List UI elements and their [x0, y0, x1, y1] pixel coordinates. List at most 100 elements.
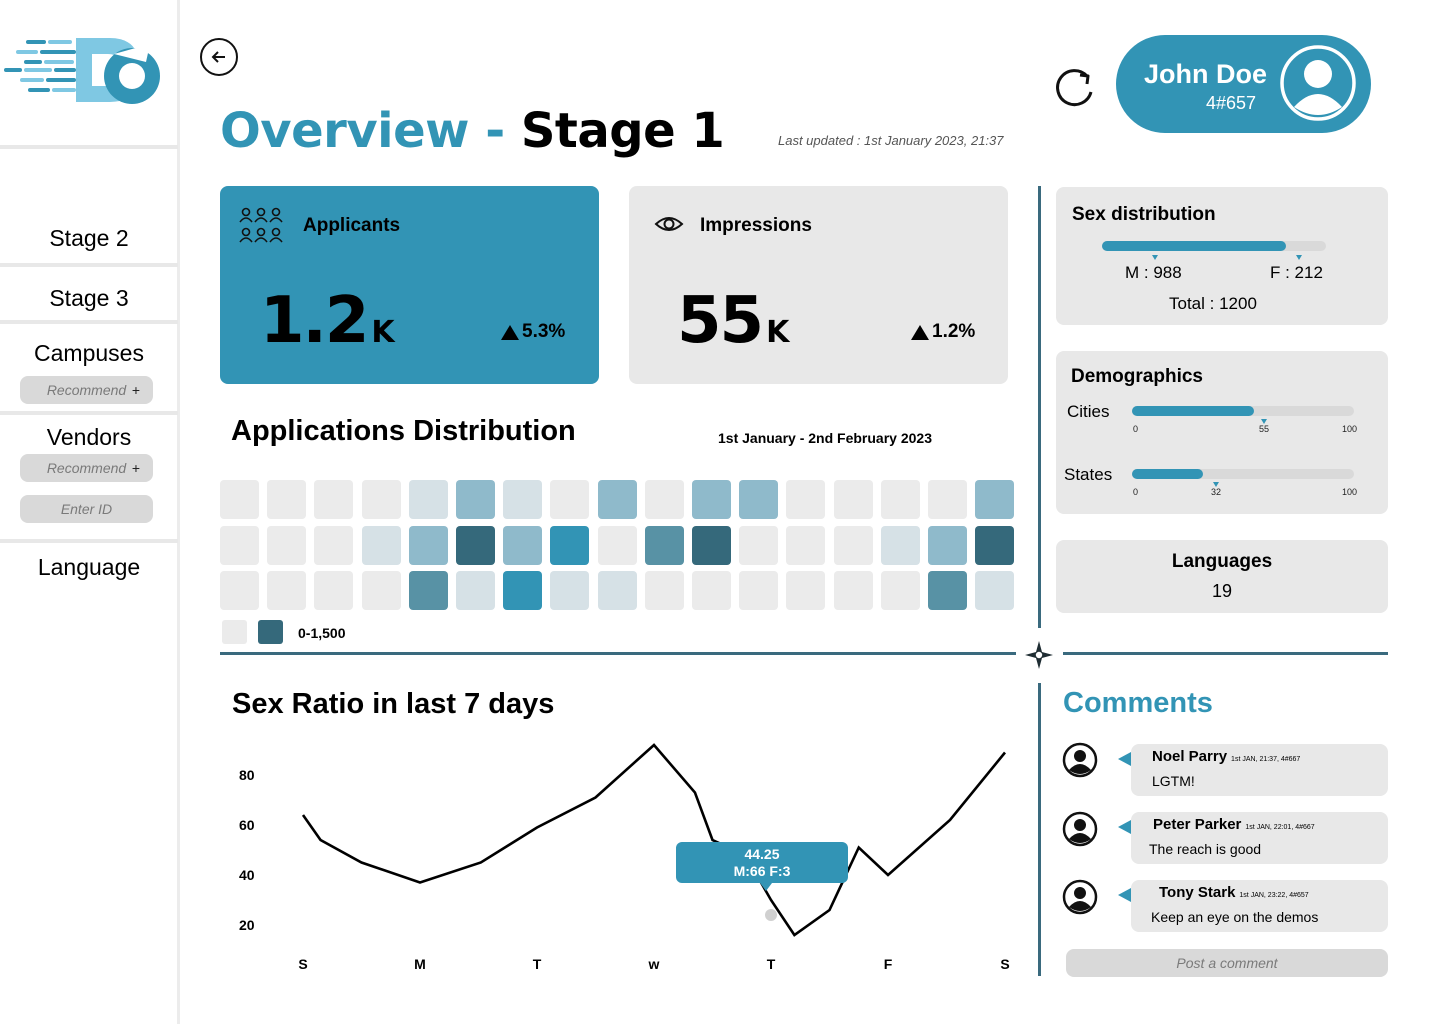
user-avatar-icon[interactable]	[1062, 879, 1098, 915]
heatmap-cell[interactable]	[739, 525, 779, 565]
comment-text: LGTM!	[1152, 773, 1195, 789]
sidebar-item-stage-2[interactable]: Stage 2	[0, 225, 178, 252]
heatmap-cell[interactable]	[786, 571, 826, 610]
heatmap-cell[interactable]	[833, 480, 873, 519]
cities-label: Cities	[1067, 402, 1110, 421]
heatmap-cell[interactable]	[928, 525, 967, 565]
heatmap-cell[interactable]	[597, 480, 637, 519]
x-tick-label: M	[414, 956, 426, 972]
heatmap-cell[interactable]	[975, 571, 1015, 610]
page-title: Overview - Stage 1	[220, 103, 725, 159]
heatmap-cell[interactable]	[692, 525, 731, 565]
applicants-card[interactable]: Applicants 1.2 K 5.3%	[220, 186, 599, 384]
languages-panel[interactable]: Languages 19	[1056, 540, 1388, 613]
heatmap-cell[interactable]	[408, 571, 448, 610]
heatmap-cell[interactable]	[644, 525, 684, 565]
cities-value-tick: 55	[1259, 424, 1270, 434]
heatmap-cell[interactable]	[550, 571, 590, 610]
heatmap-cell[interactable]	[267, 525, 307, 565]
heatmap-cell[interactable]	[456, 571, 495, 610]
demographics-panel: Demographics Cities 0 55 100 States 0 32…	[1056, 351, 1388, 514]
heatmap-cell[interactable]	[314, 480, 354, 519]
heatmap-cell[interactable]	[314, 571, 354, 610]
heatmap-cell[interactable]	[408, 480, 448, 519]
comment-item: Noel Parry 1st JAN, 21:37, 4#667 LGTM!	[1118, 744, 1388, 796]
states-min-tick: 0	[1133, 487, 1139, 497]
heatmap-cell[interactable]	[503, 525, 543, 565]
heatmap-cell[interactable]	[833, 571, 873, 610]
heatmap-cell[interactable]	[739, 571, 779, 610]
heatmap-cell[interactable]	[456, 525, 495, 565]
heatmap-cell[interactable]	[503, 480, 543, 519]
cities-bar-fill	[1132, 406, 1255, 416]
heatmap-cell[interactable]	[692, 571, 731, 610]
heatmap-cell[interactable]	[597, 525, 637, 565]
vendors-recommend-button[interactable]: Recommend +	[20, 454, 153, 482]
heatmap-cell[interactable]	[408, 525, 448, 565]
applicants-number: 1.2	[260, 284, 369, 358]
x-tick-label: T	[767, 956, 776, 972]
distribution-date-range[interactable]: 1st January - 2nd February 2023	[718, 430, 932, 446]
heatmap-cell[interactable]	[833, 525, 873, 565]
sidebar-item-stage-3[interactable]: Stage 3	[0, 285, 178, 312]
heatmap-cell[interactable]	[220, 525, 259, 565]
sex-ratio-title: Sex Ratio in last 7 days	[232, 688, 555, 720]
sidebar-item-vendors[interactable]: Vendors	[0, 424, 178, 451]
arrow-left-icon	[211, 51, 225, 63]
cities-min-tick: 0	[1133, 424, 1139, 434]
back-button[interactable]	[200, 38, 238, 76]
heatmap-cell[interactable]	[456, 480, 495, 519]
impressions-delta: 1.2%	[911, 321, 975, 343]
heatmap-cell[interactable]	[786, 525, 826, 565]
sidebar-divider	[0, 145, 178, 149]
user-avatar-icon[interactable]	[1062, 742, 1098, 778]
heatmap-cell[interactable]	[220, 480, 259, 519]
heatmap-cell[interactable]	[692, 480, 731, 519]
sidebar-item-campuses[interactable]: Campuses	[0, 340, 178, 367]
heatmap-cell[interactable]	[503, 571, 543, 610]
campuses-recommend-button[interactable]: Recommend +	[20, 376, 153, 404]
heatmap-cell[interactable]	[597, 571, 637, 610]
eye-icon	[654, 217, 684, 231]
heatmap-cell[interactable]	[220, 571, 259, 610]
heatmap-cell[interactable]	[550, 525, 590, 565]
sidebar-item-language[interactable]: Language	[0, 554, 178, 581]
post-comment-input[interactable]: Post a comment	[1066, 949, 1388, 977]
heatmap-cell[interactable]	[880, 480, 920, 519]
heatmap-cell[interactable]	[361, 480, 401, 519]
heatmap-cell[interactable]	[880, 525, 920, 565]
heatmap-cell[interactable]	[361, 571, 401, 610]
impressions-value: 55 K	[677, 284, 789, 358]
user-profile-button[interactable]: John Doe 4#657	[1116, 35, 1371, 133]
heatmap-cell[interactable]	[314, 525, 354, 565]
applicants-unit: K	[371, 315, 395, 350]
plus-icon: +	[131, 460, 140, 476]
heatmap-cell[interactable]	[928, 480, 967, 519]
comment-text: Keep an eye on the demos	[1151, 909, 1319, 925]
heatmap-cell[interactable]	[786, 480, 826, 519]
sidebar-divider	[0, 539, 178, 543]
highlight-point[interactable]	[765, 909, 777, 921]
enter-id-input[interactable]: Enter ID	[20, 495, 153, 523]
heatmap-cell[interactable]	[644, 571, 684, 610]
heatmap-cell[interactable]	[880, 571, 920, 610]
heatmap-cell[interactable]	[361, 525, 401, 565]
impressions-card[interactable]: Impressions 55 K 1.2%	[629, 186, 1008, 384]
heatmap-cell[interactable]	[975, 525, 1015, 565]
heatmap-cell[interactable]	[267, 480, 307, 519]
sex-distribution-bar	[1102, 241, 1326, 251]
legend-high-swatch	[258, 620, 283, 644]
heatmap-cell[interactable]	[739, 480, 779, 519]
heatmap-cell[interactable]	[928, 571, 967, 610]
female-marker	[1296, 255, 1302, 260]
do-logo[interactable]	[0, 20, 178, 120]
heatmap-cell[interactable]	[267, 571, 307, 610]
comment-item: Tony Stark 1st JAN, 23:22, 4#657 Keep an …	[1118, 880, 1388, 932]
comment-author-name: Tony Stark	[1159, 884, 1236, 901]
refresh-icon[interactable]	[1051, 64, 1099, 112]
heatmap-cell[interactable]	[644, 480, 684, 519]
heatmap-cell[interactable]	[975, 480, 1015, 519]
heatmap-cell[interactable]	[550, 480, 590, 519]
horizontal-divider	[220, 652, 1016, 655]
user-avatar-icon[interactable]	[1062, 811, 1098, 847]
